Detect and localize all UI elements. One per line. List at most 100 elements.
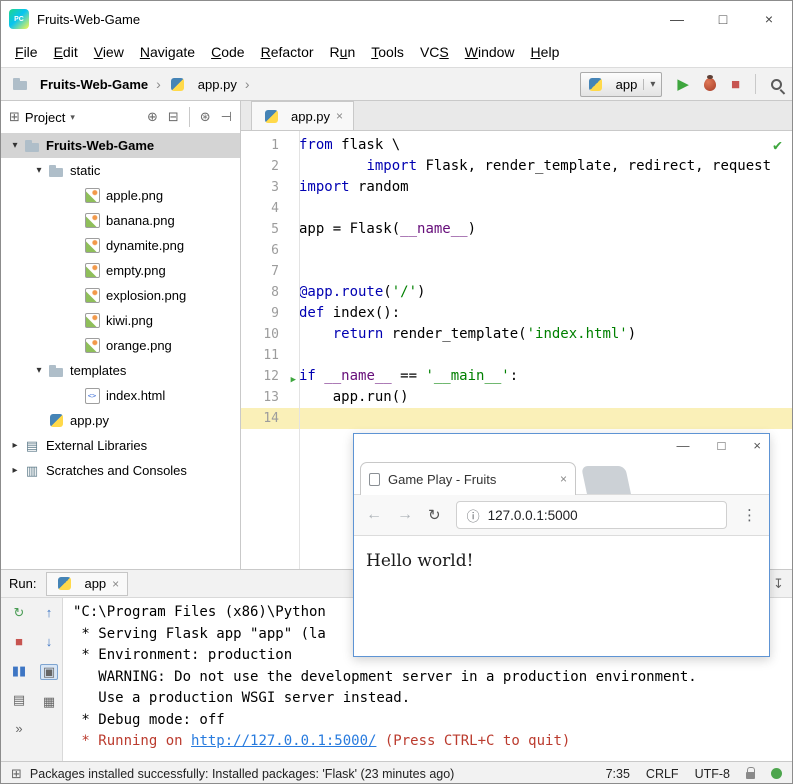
breadcrumb-file[interactable]: app.py (198, 77, 237, 92)
minimize-button[interactable]: — (654, 1, 700, 37)
line-number[interactable]: 9 (241, 303, 299, 324)
reload-icon[interactable]: ↻ (428, 506, 441, 524)
code-line-2[interactable]: 2 import Flask, render_template, redirec… (241, 156, 792, 177)
search-everywhere-icon[interactable] (771, 79, 782, 90)
tree-item-templates[interactable]: ▾templates (1, 358, 240, 383)
encoding-indicator[interactable]: UTF-8 (695, 767, 730, 781)
line-number[interactable]: 8 (241, 282, 299, 303)
tree-item-index-html[interactable]: index.html (1, 383, 240, 408)
tree-item-banana-png[interactable]: banana.png (1, 208, 240, 233)
line-number[interactable]: 10 (241, 324, 299, 345)
line-number[interactable]: 6 (241, 240, 299, 261)
code-line-5[interactable]: 5app = Flask(__name__) (241, 219, 792, 240)
chevron-down-icon[interactable]: ▾ (70, 112, 75, 123)
scroll-to-end-icon[interactable]: ↧ (773, 576, 784, 592)
menu-item-refactor[interactable]: Refactor (253, 41, 322, 63)
line-number[interactable]: 3 (241, 177, 299, 198)
menu-item-help[interactable]: Help (523, 41, 568, 63)
toolwindow-switcher-icon[interactable]: ⊞ (11, 766, 22, 782)
readonly-lock-icon[interactable] (746, 772, 755, 779)
up-stack-icon[interactable]: ↑ (46, 606, 53, 620)
locate-file-icon[interactable]: ⊕ (147, 109, 158, 125)
code-line-13[interactable]: 13 app.run() (241, 387, 792, 408)
code-line-4[interactable]: 4 (241, 198, 792, 219)
browser-tab[interactable]: Game Play - Fruits × (360, 462, 576, 495)
tree-item-scratches-and-consoles[interactable]: ▸▥Scratches and Consoles (1, 458, 240, 483)
browser-menu-icon[interactable]: ⋮ (742, 506, 757, 524)
code-line-9[interactable]: 9def index(): (241, 303, 792, 324)
menu-item-code[interactable]: Code (203, 41, 252, 63)
tree-expand-arrow[interactable]: ▸ (7, 440, 23, 451)
menu-item-tools[interactable]: Tools (363, 41, 412, 63)
inspections-ok-icon[interactable]: ✔ (773, 136, 782, 154)
code-line-14[interactable]: 14 (241, 408, 792, 429)
code-line-10[interactable]: 10 return render_template('index.html') (241, 324, 792, 345)
line-ending-indicator[interactable]: CRLF (646, 767, 679, 781)
run-tab-app[interactable]: app × (46, 572, 128, 596)
tree-expand-arrow[interactable]: ▸ (7, 465, 23, 476)
stop-button[interactable]: ■ (731, 76, 740, 93)
tree-item-app-py[interactable]: app.py (1, 408, 240, 433)
tree-item-empty-png[interactable]: empty.png (1, 258, 240, 283)
breadcrumb-project[interactable]: Fruits-Web-Game (40, 77, 148, 92)
caret-position[interactable]: 7:35 (606, 767, 630, 781)
tree-item-static[interactable]: ▾static (1, 158, 240, 183)
debug-button[interactable] (704, 78, 716, 91)
tree-item-orange-png[interactable]: orange.png (1, 333, 240, 358)
tree-item-external-libraries[interactable]: ▸▤External Libraries (1, 433, 240, 458)
event-indicator-icon[interactable] (771, 768, 782, 779)
browser-close-button[interactable]: × (753, 438, 761, 453)
tree-item-dynamite-png[interactable]: dynamite.png (1, 233, 240, 258)
code-line-7[interactable]: 7 (241, 261, 792, 282)
chevron-down-icon[interactable]: ▾ (643, 79, 655, 90)
line-number[interactable]: 5 (241, 219, 299, 240)
hide-icon[interactable]: » (15, 722, 22, 736)
line-number[interactable]: 7 (241, 261, 299, 282)
tree-item-kiwi-png[interactable]: kiwi.png (1, 308, 240, 333)
close-tab-icon[interactable]: × (336, 109, 343, 123)
run-config-selector[interactable]: app ▾ (580, 72, 663, 97)
pause-output-icon[interactable]: ▮▮ (12, 664, 26, 678)
back-icon[interactable]: ← (366, 506, 382, 524)
code-line-1[interactable]: 1from flask \ (241, 135, 792, 156)
line-number[interactable]: 11 (241, 345, 299, 366)
line-number[interactable]: 1 (241, 135, 299, 156)
browser-minimize-button[interactable]: — (677, 438, 690, 453)
down-stack-icon[interactable]: ↓ (46, 635, 53, 649)
code-line-11[interactable]: 11 (241, 345, 792, 366)
new-tab-button[interactable] (581, 466, 631, 494)
console-settings-icon[interactable]: ▣ (40, 664, 58, 680)
tree-expand-arrow[interactable]: ▾ (31, 165, 47, 176)
menu-item-window[interactable]: Window (457, 41, 523, 63)
line-number[interactable]: 12▶ (241, 366, 299, 387)
maximize-button[interactable]: □ (700, 1, 746, 37)
tree-item-apple-png[interactable]: apple.png (1, 183, 240, 208)
editor-tab-app-py[interactable]: app.py × (251, 101, 354, 130)
code-line-3[interactable]: 3import random (241, 177, 792, 198)
menu-item-edit[interactable]: Edit (46, 41, 86, 63)
stop-icon[interactable]: ■ (15, 635, 23, 649)
tree-item-explosion-png[interactable]: explosion.png (1, 283, 240, 308)
rerun-icon[interactable]: ↻ (14, 606, 25, 620)
clear-console-icon[interactable]: ▦ (43, 695, 55, 709)
close-button[interactable]: × (746, 1, 792, 37)
project-panel-title[interactable]: Project (25, 110, 65, 125)
close-tab-icon[interactable]: × (112, 577, 119, 591)
browser-maximize-button[interactable]: □ (718, 438, 726, 453)
address-bar[interactable]: ⓘ 127.0.0.1:5000 (456, 501, 727, 529)
menu-item-vcs[interactable]: VCS (412, 41, 457, 63)
settings-gear-icon[interactable]: ⊛ (200, 109, 211, 125)
run-button[interactable]: ▶ (677, 75, 689, 93)
tree-expand-arrow[interactable]: ▾ (7, 140, 23, 151)
menu-item-view[interactable]: View (86, 41, 132, 63)
tree-item-fruits-web-game[interactable]: ▾Fruits-Web-Game (1, 133, 240, 158)
line-number[interactable]: 13 (241, 387, 299, 408)
tree-expand-arrow[interactable]: ▾ (31, 365, 47, 376)
console-link[interactable]: http://127.0.0.1:5000/ (191, 733, 376, 749)
code-line-6[interactable]: 6 (241, 240, 792, 261)
site-info-icon[interactable]: ⓘ (467, 506, 480, 525)
menu-item-file[interactable]: File (7, 41, 46, 63)
close-tab-icon[interactable]: × (560, 472, 567, 486)
statusbar-message[interactable]: Packages installed successfully: Install… (30, 767, 454, 781)
line-number[interactable]: 4 (241, 198, 299, 219)
